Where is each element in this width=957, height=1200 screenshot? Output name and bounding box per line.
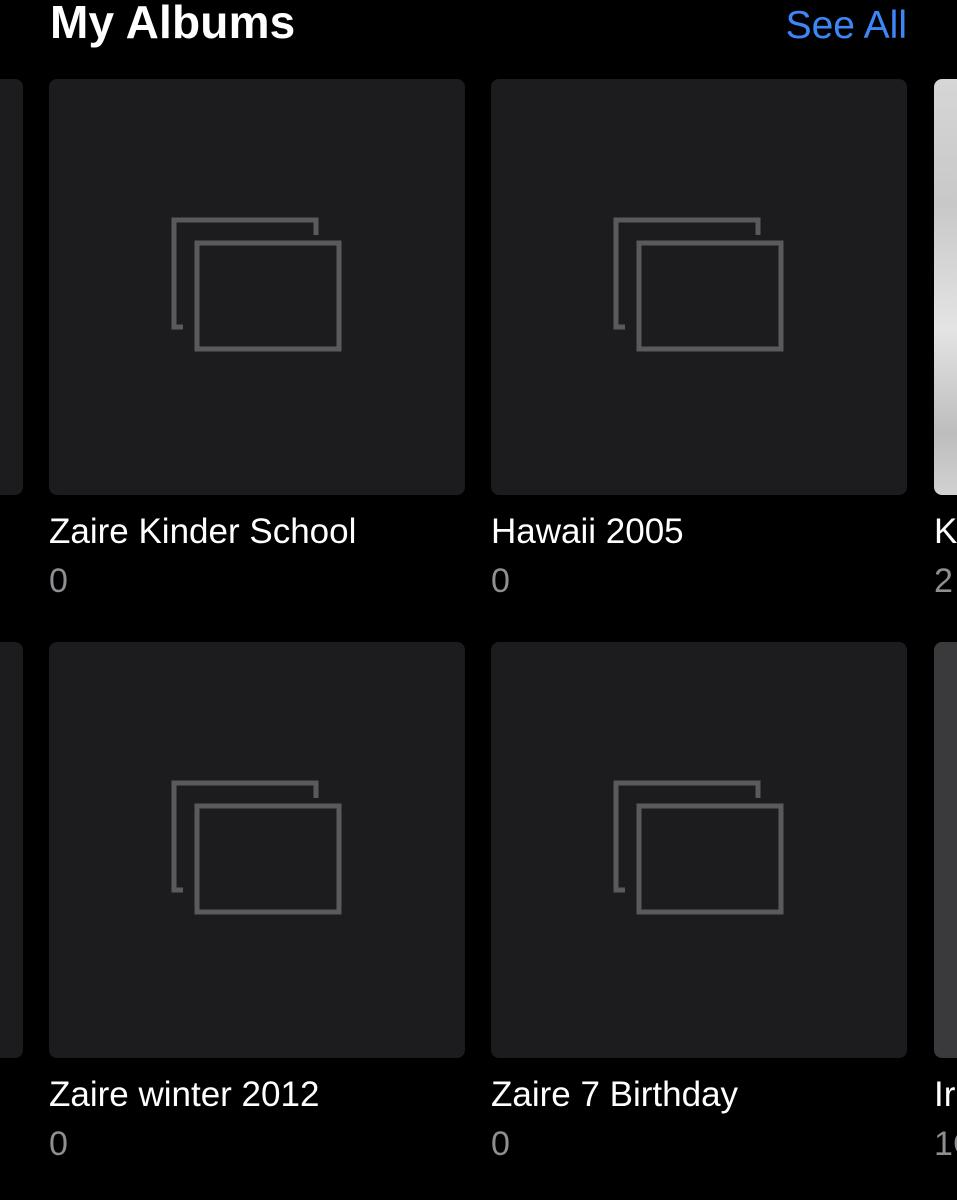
album-card[interactable]: Zaire 7 Birthday 0 <box>491 642 907 1166</box>
albums-screen: My Albums See All Zaire Kinder School 0 … <box>0 0 957 1200</box>
album-title: Zaire Kinder School <box>49 512 357 551</box>
album-card[interactable]: Hawaii 2005 0 <box>491 79 907 603</box>
album-thumbnail[interactable] <box>491 642 907 1058</box>
album-placeholder-icon <box>613 780 784 915</box>
album-placeholder-icon <box>171 217 342 352</box>
album-photo-count: 0 <box>49 1125 68 1163</box>
album-card[interactable]: Zaire winter 2012 0 <box>49 642 465 1166</box>
partial-album-title: K <box>934 512 957 551</box>
see-all-button[interactable]: See All <box>786 2 907 50</box>
partial-album-thumbnail-right-top[interactable] <box>934 79 957 495</box>
partial-album-thumbnail-right-bottom[interactable] <box>934 642 957 1058</box>
album-title: Zaire 7 Birthday <box>491 1075 739 1114</box>
partial-album-photo-count: 1C <box>934 1125 957 1163</box>
album-placeholder-icon <box>171 780 342 915</box>
album-photo-count: 0 <box>491 1125 510 1163</box>
album-placeholder-icon <box>613 217 784 352</box>
partial-album-title: Ir <box>934 1075 956 1114</box>
album-thumbnail[interactable] <box>49 79 465 495</box>
album-photo-count: 0 <box>491 562 510 600</box>
partial-album-thumbnail-left-top[interactable] <box>0 79 23 495</box>
album-title: Hawaii 2005 <box>491 512 684 551</box>
album-photo-count: 0 <box>49 562 68 600</box>
album-thumbnail[interactable] <box>491 79 907 495</box>
partial-album-thumbnail-left-bottom[interactable] <box>0 642 23 1058</box>
section-title: My Albums <box>50 0 296 48</box>
partial-album-photo-count: 2 <box>934 562 953 600</box>
album-thumbnail[interactable] <box>49 642 465 1058</box>
album-card[interactable]: Zaire Kinder School 0 <box>49 79 465 603</box>
album-title: Zaire winter 2012 <box>49 1075 320 1114</box>
